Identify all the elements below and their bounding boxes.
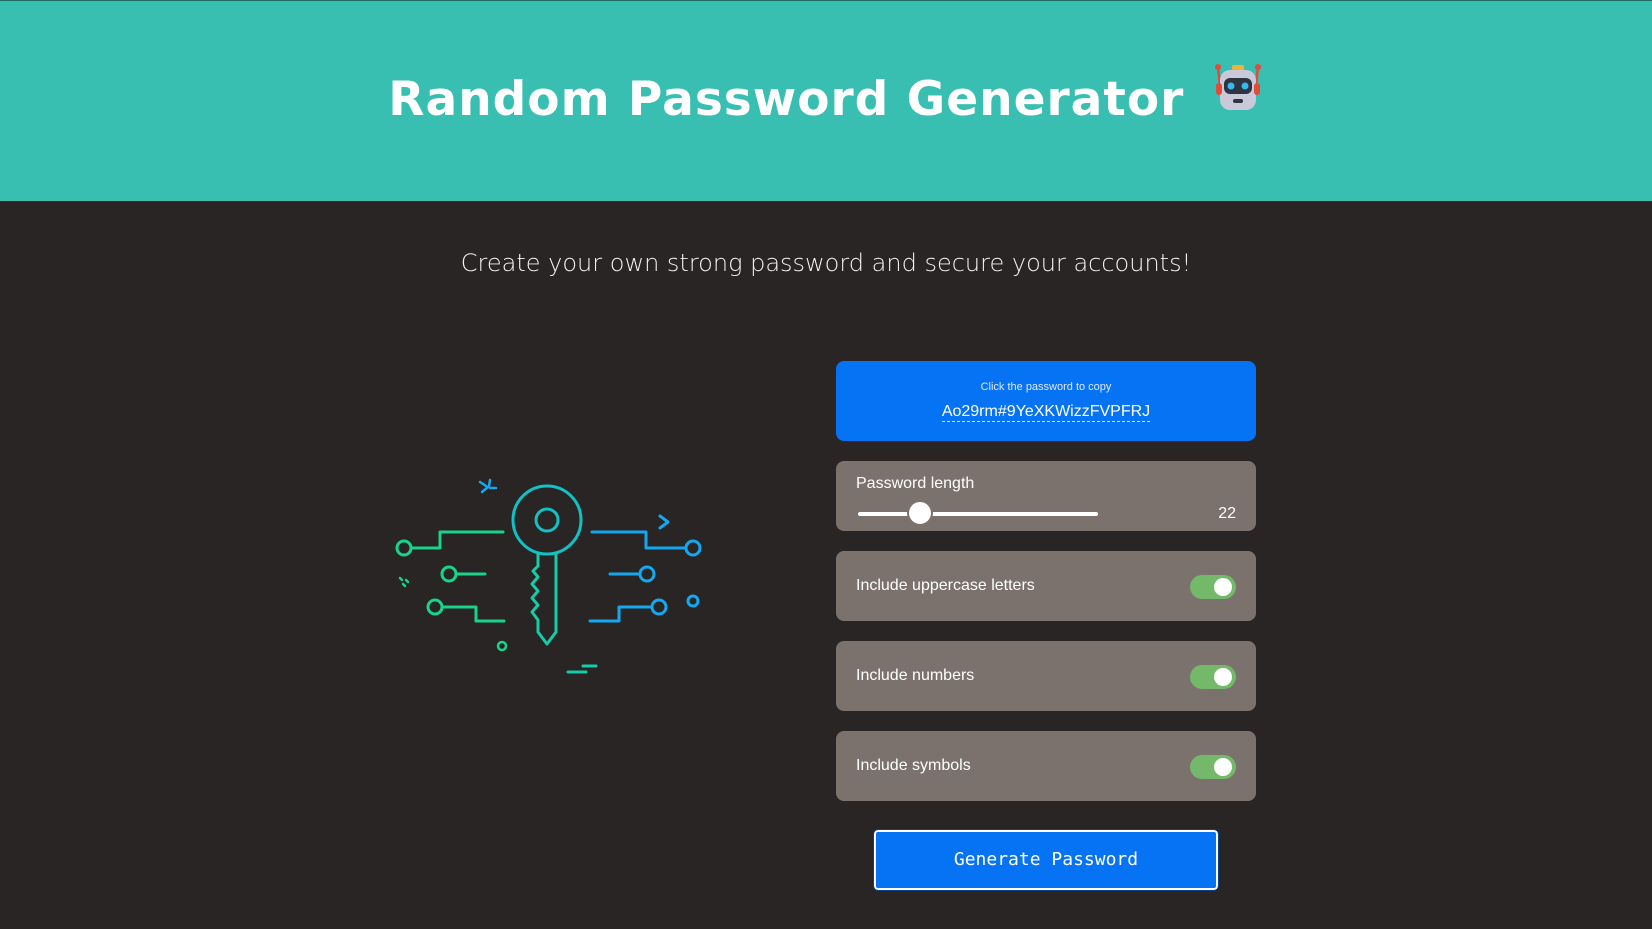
symbols-toggle[interactable] xyxy=(1190,755,1236,779)
numbers-toggle[interactable] xyxy=(1190,665,1236,689)
copy-hint: Click the password to copy xyxy=(980,381,1112,393)
password-length-panel: Password length 22 xyxy=(836,461,1256,531)
toggle-knob xyxy=(1214,758,1232,776)
password-length-label: Password length xyxy=(856,475,975,492)
toggle-knob xyxy=(1214,578,1232,596)
password-length-slider[interactable] xyxy=(858,512,1098,516)
option-symbols: Include symbols xyxy=(836,731,1256,801)
robot-icon xyxy=(1212,61,1264,133)
tagline: Create your own strong password and secu… xyxy=(460,249,1192,277)
option-numbers-label: Include numbers xyxy=(856,667,975,684)
option-symbols-label: Include symbols xyxy=(856,757,971,774)
option-numbers: Include numbers xyxy=(836,641,1256,711)
option-uppercase-label: Include uppercase letters xyxy=(856,577,1035,594)
uppercase-toggle[interactable] xyxy=(1190,575,1236,599)
password-display[interactable]: Click the password to copy Ao29rm#9YeXKW… xyxy=(836,361,1256,441)
generated-password-text[interactable]: Ao29rm#9YeXKWizzFVPFRJ xyxy=(941,403,1151,422)
option-uppercase: Include uppercase letters xyxy=(836,551,1256,621)
header: Random Password Generator xyxy=(0,0,1652,201)
page-title-text: Random Password Generator xyxy=(388,72,1185,127)
key-circuit-illustration xyxy=(390,470,710,690)
generate-password-button[interactable]: Generate Password xyxy=(873,829,1219,891)
password-length-slider-thumb[interactable] xyxy=(907,500,934,526)
generated-password[interactable]: Ao29rm#9YeXKWizzFVPFRJ xyxy=(836,403,1256,422)
page-title: Random Password Generator xyxy=(0,63,1652,135)
password-length-value: 22 xyxy=(1218,505,1236,522)
toggle-knob xyxy=(1214,668,1232,686)
